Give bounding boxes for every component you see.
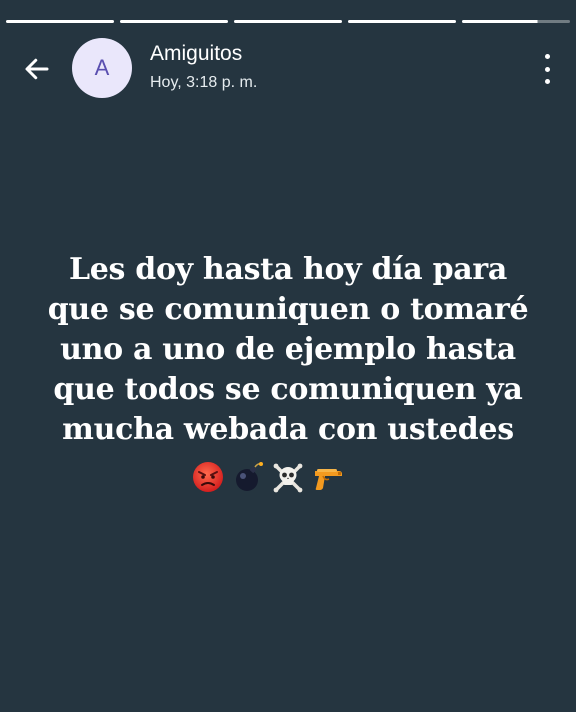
message-text: Les doy hasta hoy día para que se comuni… — [20, 250, 556, 450]
progress-segment — [234, 20, 342, 23]
status-header: A Amiguitos Hoy, 3:18 p. m. — [0, 36, 576, 100]
progress-segment — [6, 20, 114, 23]
arrow-left-icon — [25, 58, 49, 80]
message-line: Les doy hasta hoy día para — [68, 252, 508, 287]
back-button[interactable] — [18, 50, 56, 88]
progress-segment — [348, 20, 456, 23]
more-vertical-icon — [544, 54, 550, 59]
avatar[interactable]: A — [72, 38, 132, 98]
status-message: Les doy hasta hoy día para que se comuni… — [20, 250, 556, 494]
pistol-emoji — [315, 469, 342, 490]
angry-face-emoji — [193, 462, 223, 492]
message-line: uno a uno de ejemplo hasta — [60, 332, 516, 367]
message-line: que se comuniquen o tomaré — [47, 292, 529, 327]
story-progress-bar — [6, 20, 570, 23]
avatar-initial: A — [94, 55, 110, 80]
more-options-button[interactable] — [540, 54, 554, 84]
skull-crossbones-emoji — [273, 463, 303, 493]
emoji-row — [0, 460, 556, 494]
message-line: mucha webada con ustedes — [62, 412, 514, 447]
progress-segment — [120, 20, 228, 23]
more-vertical-icon-dot — [544, 79, 550, 84]
progress-segment-current — [462, 20, 570, 23]
status-timestamp: Hoy, 3:18 p. m. — [150, 74, 258, 91]
message-line: que todos se comuniquen ya — [53, 372, 523, 407]
contact-name: Amiguitos — [150, 42, 243, 65]
bomb-emoji — [236, 462, 263, 491]
more-vertical-icon-dot — [544, 66, 550, 72]
